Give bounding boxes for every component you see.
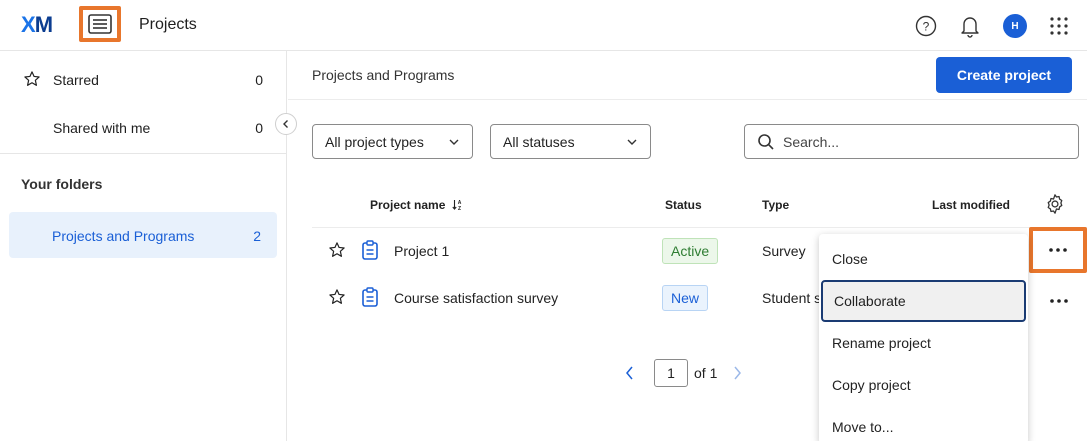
- sidebar-item-starred[interactable]: Starred 0: [0, 58, 287, 102]
- chevron-down-icon: [627, 139, 637, 145]
- menu-item-collaborate[interactable]: Collaborate: [821, 280, 1026, 322]
- app-title: Projects: [139, 16, 197, 33]
- page-number: 1: [667, 365, 675, 381]
- chevron-right-icon[interactable]: [731, 365, 743, 381]
- avatar[interactable]: H: [1003, 14, 1027, 38]
- folders-heading: Your folders: [21, 176, 103, 192]
- more-horizontal-icon: [1049, 248, 1067, 252]
- project-type: Student s: [762, 290, 822, 306]
- chevron-down-icon: [449, 139, 459, 145]
- sidebar-item-label: Starred: [53, 72, 99, 88]
- sort-icon: A Z: [452, 200, 461, 212]
- help-icon[interactable]: ?: [915, 15, 937, 37]
- star-icon[interactable]: [328, 241, 346, 259]
- menu-item-copy-project[interactable]: Copy project: [819, 364, 1028, 406]
- search-placeholder: Search...: [783, 134, 840, 150]
- folder-count: 2: [253, 228, 261, 244]
- page-number-input[interactable]: 1: [654, 359, 688, 387]
- sidebar: Starred 0 Shared with me 0 Your folders …: [0, 51, 287, 441]
- sidebar-divider: [0, 153, 287, 154]
- clipboard-icon: [362, 287, 378, 307]
- star-icon: [24, 71, 40, 86]
- logo-m: M: [34, 12, 53, 37]
- top-bar: XM Projects ? H: [0, 0, 1087, 51]
- more-horizontal-icon: [1050, 299, 1068, 303]
- menu-item-move-to[interactable]: Move to...: [819, 406, 1028, 441]
- search-input[interactable]: Search...: [744, 124, 1079, 159]
- header-divider: [288, 99, 1087, 100]
- column-header-name[interactable]: Project name A Z: [370, 198, 462, 212]
- xm-logo[interactable]: XM: [21, 12, 53, 38]
- column-header-type[interactable]: Type: [762, 198, 789, 212]
- svg-text:?: ?: [923, 20, 930, 34]
- statuses-filter[interactable]: All statuses: [490, 124, 651, 159]
- chevron-left-icon[interactable]: [624, 365, 636, 381]
- search-icon: [758, 134, 774, 150]
- menu-item-rename-project[interactable]: Rename project: [819, 322, 1028, 364]
- create-project-button[interactable]: Create project: [936, 57, 1072, 93]
- more-options-button[interactable]: [1031, 284, 1087, 318]
- page-total: of 1: [694, 365, 718, 381]
- sidebar-item-shared[interactable]: Shared with me 0: [0, 106, 287, 150]
- chevron-left-icon: [283, 120, 288, 128]
- more-options-button[interactable]: [1029, 227, 1087, 273]
- filter-value: All statuses: [503, 133, 575, 150]
- project-types-filter[interactable]: All project types: [312, 124, 473, 159]
- column-header-status[interactable]: Status: [665, 198, 702, 212]
- star-icon[interactable]: [328, 288, 346, 306]
- project-name[interactable]: Project 1: [394, 243, 449, 259]
- menu-icon: [88, 14, 112, 34]
- project-actions-menu: Close Collaborate Rename project Copy pr…: [819, 234, 1028, 441]
- svg-text:Z: Z: [458, 206, 461, 211]
- menu-item-close[interactable]: Close: [819, 238, 1028, 280]
- project-type: Survey: [762, 243, 806, 259]
- table-divider: [312, 227, 1087, 228]
- avatar-initial: H: [1011, 20, 1019, 32]
- filter-value: All project types: [325, 133, 424, 150]
- clipboard-icon: [362, 240, 378, 260]
- sidebar-item-count: 0: [255, 72, 263, 88]
- sidebar-item-count: 0: [255, 120, 263, 136]
- gear-icon[interactable]: [1044, 193, 1066, 215]
- sidebar-folder-projects-and-programs[interactable]: Projects and Programs 2: [9, 212, 277, 258]
- folder-label: Projects and Programs: [52, 228, 195, 244]
- project-name[interactable]: Course satisfaction survey: [394, 290, 558, 306]
- pagination: 1 of 1: [624, 358, 743, 388]
- top-icons: ? H: [915, 11, 1069, 41]
- bell-icon[interactable]: [959, 14, 981, 38]
- status-badge: Active: [662, 238, 719, 264]
- menu-button[interactable]: [79, 6, 121, 42]
- collapse-sidebar-button[interactable]: [275, 113, 297, 135]
- column-header-last-modified[interactable]: Last modified: [932, 198, 1010, 212]
- apps-grid-icon[interactable]: [1049, 16, 1069, 36]
- logo-x: X: [21, 12, 36, 37]
- breadcrumb: Projects and Programs: [312, 67, 455, 83]
- status-badge: New: [662, 285, 709, 311]
- column-name-label: Project name: [370, 198, 446, 212]
- sidebar-item-label: Shared with me: [53, 120, 151, 136]
